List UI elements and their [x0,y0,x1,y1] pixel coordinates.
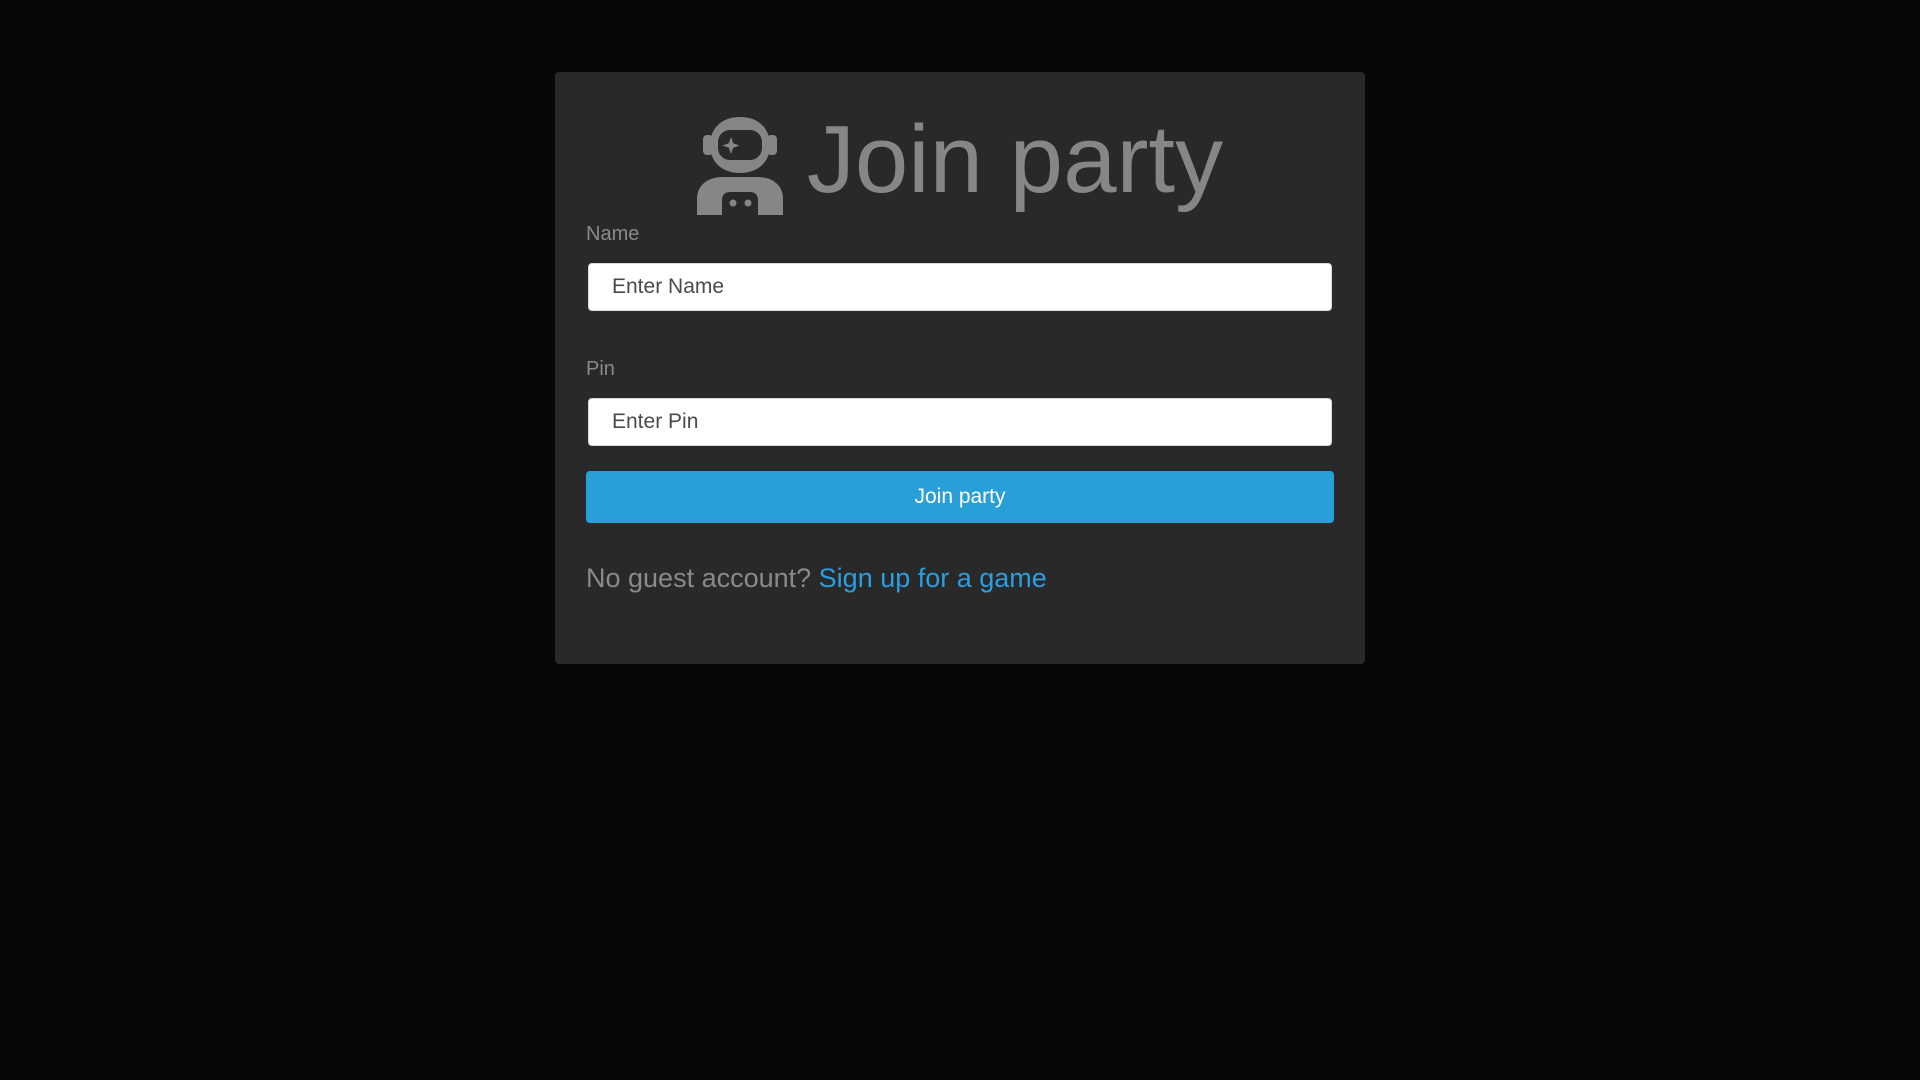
card-header: Join party [586,109,1334,222]
join-party-button[interactable]: Join party [586,471,1334,523]
page-title: Join party [806,105,1224,213]
join-party-card: Join party Name Pin Join party No guest … [555,72,1365,664]
signup-prompt-text: No guest account? [586,563,812,593]
astronaut-icon [696,116,783,215]
pin-label: Pin [586,358,615,380]
signup-prompt: No guest account? Sign up for a game [586,562,1334,594]
name-label: Name [586,223,640,245]
pin-input[interactable] [588,398,1332,446]
name-input[interactable] [588,263,1332,311]
signup-link[interactable]: Sign up for a game [819,563,1047,593]
